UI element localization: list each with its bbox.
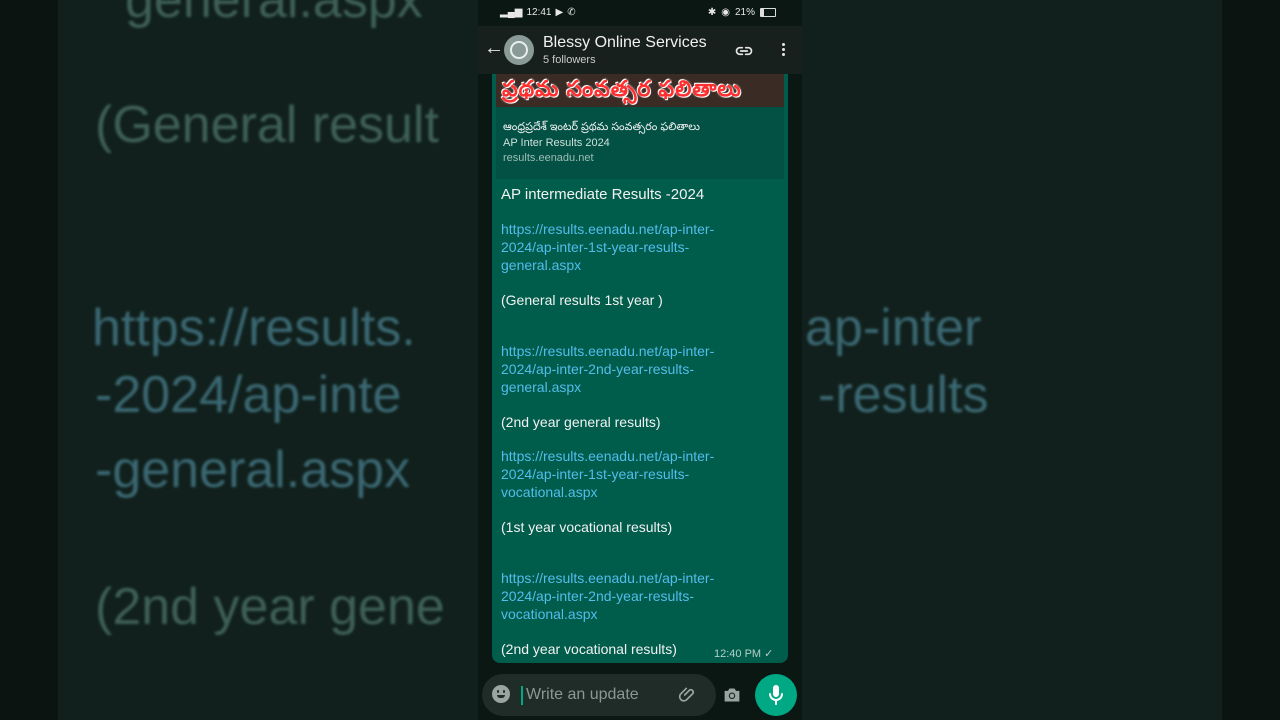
link-icon[interactable]	[734, 41, 754, 61]
message-heading: AP intermediate Results -2024	[501, 186, 705, 203]
result-link[interactable]: https://results.eenadu.net/ap-inter-2024…	[501, 220, 761, 274]
status-time: 12:41	[526, 7, 552, 18]
result-link[interactable]: https://results.eenadu.net/ap-inter-2024…	[501, 447, 761, 501]
status-bar: ▂▄▆ 12:41 ▶ ✆ ✱ ◉ 21%	[478, 0, 802, 26]
preview-banner-text: ప్రథమ సంవత్సర ఫలితాలు	[502, 76, 742, 101]
background-text: (2nd year gene	[95, 578, 445, 636]
text-caret	[521, 686, 523, 705]
phone-screen: ▂▄▆ 12:41 ▶ ✆ ✱ ◉ 21% ← Blessy Online Se…	[478, 0, 802, 720]
background-text: -general.aspx	[95, 441, 411, 499]
background-text: general.aspx	[125, 0, 423, 29]
link-label: (2nd year vocational results)	[501, 641, 677, 657]
background-left-band	[0, 0, 58, 720]
call-icon: ✆	[567, 7, 576, 18]
link-label: (1st year vocational results)	[501, 519, 673, 535]
message-bubble: ప్రథమ సంవత్సర ఫలితాలు ఆంధ్రప్రదేశ్ ఇంటర్…	[492, 74, 788, 663]
bluetooth-icon: ✱	[707, 7, 717, 18]
update-input-bar[interactable]: Write an update	[482, 674, 740, 716]
follower-count: 5 followers	[543, 54, 596, 66]
background-text: ap-inter	[805, 299, 982, 357]
back-arrow-icon[interactable]: ←	[484, 38, 504, 58]
preview-title: ఆంధ్రప్రదేశ్ ఇంటర్ ప్రథమ సంవత్సరం ఫలితాల…	[503, 121, 700, 133]
background-text: (General result	[95, 96, 439, 154]
result-link[interactable]: https://results.eenadu.net/ap-inter-2024…	[501, 569, 761, 623]
preview-description: AP Inter Results 2024	[503, 137, 610, 149]
mic-button[interactable]	[755, 674, 797, 716]
preview-domain: results.eenadu.net	[503, 152, 594, 164]
channel-avatar-icon[interactable]	[504, 35, 534, 65]
background-text: https://results.	[92, 299, 416, 357]
update-input[interactable]: Write an update	[526, 686, 639, 704]
link-preview-image[interactable]: ప్రథమ సంవత్సర ఫలితాలు	[496, 74, 784, 107]
attach-icon[interactable]	[678, 685, 698, 705]
camera-icon[interactable]	[722, 686, 742, 704]
link-preview-card[interactable]: ఆంధ్రప్రదేశ్ ఇంటర్ ప్రథమ సంవత్సరం ఫలితాల…	[496, 107, 784, 179]
more-options-icon[interactable]	[776, 41, 790, 61]
chat-area: ప్రథమ సంవత్సర ఫలితాలు ఆంధ్రప్రదేశ్ ఇంటర్…	[478, 74, 802, 674]
link-label: (2nd year general results)	[501, 414, 661, 430]
battery-percent: 21%	[734, 7, 755, 18]
channel-name[interactable]: Blessy Online Services	[543, 34, 707, 52]
battery-icon	[760, 8, 776, 17]
signal-icon: ▂▄▆	[500, 7, 523, 18]
channel-header: ← Blessy Online Services 5 followers	[478, 26, 802, 74]
wifi-icon: ◉	[721, 7, 730, 18]
youtube-icon: ▶	[555, 7, 564, 18]
background-text: -results	[818, 366, 989, 424]
link-label: (General results 1st year )	[501, 292, 663, 308]
result-link[interactable]: https://results.eenadu.net/ap-inter-2024…	[501, 342, 761, 396]
background-right-band	[1222, 0, 1280, 720]
mic-icon	[769, 685, 783, 705]
message-timestamp: 12:40 PM ✓	[714, 648, 774, 660]
background-text: -2024/ap-inte	[95, 366, 402, 424]
emoji-icon[interactable]	[492, 685, 510, 703]
